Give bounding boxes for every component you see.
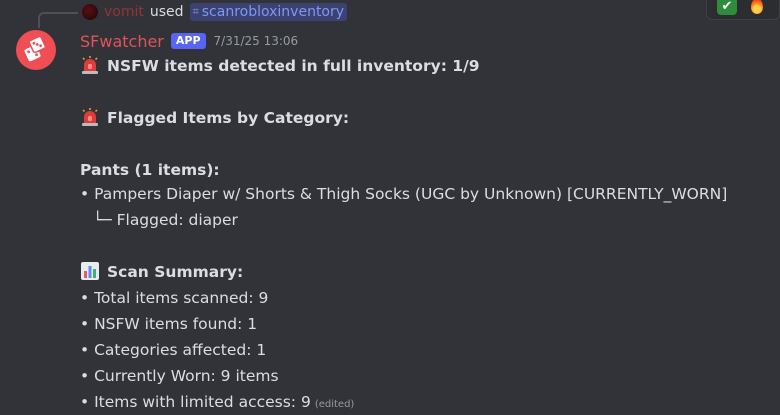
edited-label[interactable]: (edited): [315, 399, 355, 410]
headline-line: NSFW items detected in full inventory: 1…: [80, 55, 480, 77]
summary-item: • Categories affected: 1: [80, 341, 267, 359]
summary-item: • Currently Worn: 9 items: [80, 367, 279, 385]
reaction-bar: ✔: [706, 0, 780, 20]
invoker-username[interactable]: vomit: [104, 4, 144, 20]
flagged-heading-text: Flagged Items by Category:: [107, 109, 350, 127]
command-invocation-line: vomit used ⌗ scanrobloxinventory: [36, 2, 348, 22]
summary-item: • NSFW items found: 1: [80, 315, 258, 333]
slash-command-icon: ⌗: [192, 5, 199, 18]
fire-icon[interactable]: [751, 0, 763, 14]
used-label: used: [149, 4, 184, 20]
siren-icon: [82, 56, 98, 74]
flag-reason-line: └─ Flagged: diaper: [93, 211, 238, 229]
summary-item-last: • Items with limited access: 9 (edited): [80, 391, 354, 415]
app-badge: APP: [170, 33, 206, 49]
siren-icon: [82, 108, 98, 126]
headline-text: NSFW items detected in full inventory: 1…: [107, 57, 480, 75]
command-tag[interactable]: ⌗ scanrobloxinventory: [189, 3, 348, 21]
category-heading: Pants (1 items):: [80, 161, 220, 179]
timestamp[interactable]: 7/31/25 13:06: [214, 34, 299, 48]
command-name: scanrobloxinventory: [201, 4, 345, 20]
flagged-item-line: • Pampers Diaper w/ Shorts & Thigh Socks…: [80, 185, 728, 203]
check-icon[interactable]: ✔: [717, 0, 737, 15]
summary-heading-text: Scan Summary:: [107, 263, 244, 281]
bot-avatar[interactable]: [16, 30, 56, 70]
invoker-avatar[interactable]: [82, 4, 98, 20]
flagged-heading-line: Flagged Items by Category:: [80, 107, 349, 129]
summary-item: • Total items scanned: 9: [80, 289, 269, 307]
discord-message: vomit used ⌗ scanrobloxinventory ✔ SFwat…: [0, 0, 780, 415]
summary-heading-line: Scan Summary:: [80, 261, 243, 283]
bar-chart-icon: [81, 262, 99, 280]
author-name[interactable]: SFwatcher: [80, 32, 164, 51]
message-header: SFwatcher APP 7/31/25 13:06: [80, 30, 298, 52]
summary-item: • Items with limited access: 9: [80, 393, 311, 411]
